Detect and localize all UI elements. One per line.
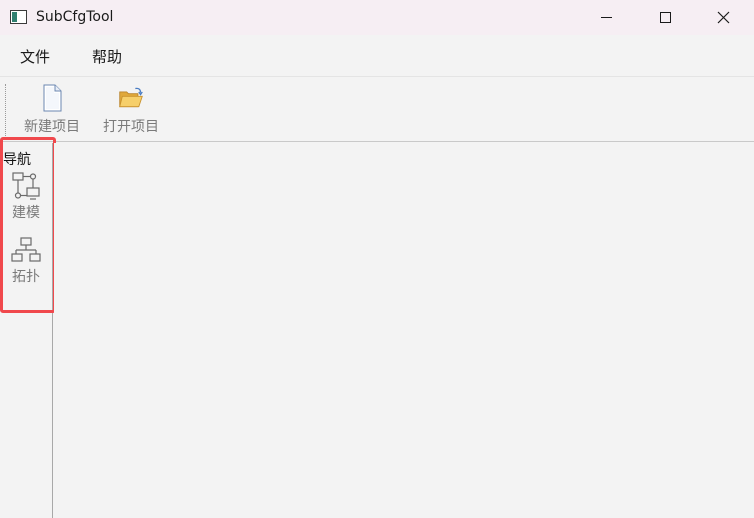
open-project-button[interactable]: 打开项目 <box>97 84 165 138</box>
open-folder-icon <box>119 87 143 108</box>
title-bar[interactable]: SubCfgTool <box>0 0 754 35</box>
window-title: SubCfgTool <box>36 9 114 25</box>
main-workspace[interactable] <box>54 143 754 518</box>
app-window-icon <box>10 10 27 24</box>
minimize-button[interactable] <box>583 0 629 35</box>
maximize-icon <box>659 12 671 23</box>
open-project-label: 打开项目 <box>103 119 159 135</box>
menu-file[interactable]: 文件 <box>20 46 50 67</box>
new-project-button[interactable]: 新建项目 <box>18 84 86 138</box>
toolbar: 新建项目 打开项目 <box>0 78 754 142</box>
menu-help[interactable]: 帮助 <box>92 46 122 67</box>
new-file-icon <box>43 84 62 112</box>
highlight-box <box>0 137 56 313</box>
maximize-button[interactable] <box>642 0 688 35</box>
menu-bar: 文件 帮助 <box>0 35 754 77</box>
toolbar-grip[interactable] <box>5 84 7 136</box>
close-icon <box>717 11 729 24</box>
minimize-icon <box>600 17 612 18</box>
new-project-label: 新建项目 <box>24 119 80 135</box>
app-window: SubCfgTool 文件 帮助 新建项目 打开项目 导航 建模 拓扑 <box>0 0 754 518</box>
close-button[interactable] <box>700 0 746 35</box>
